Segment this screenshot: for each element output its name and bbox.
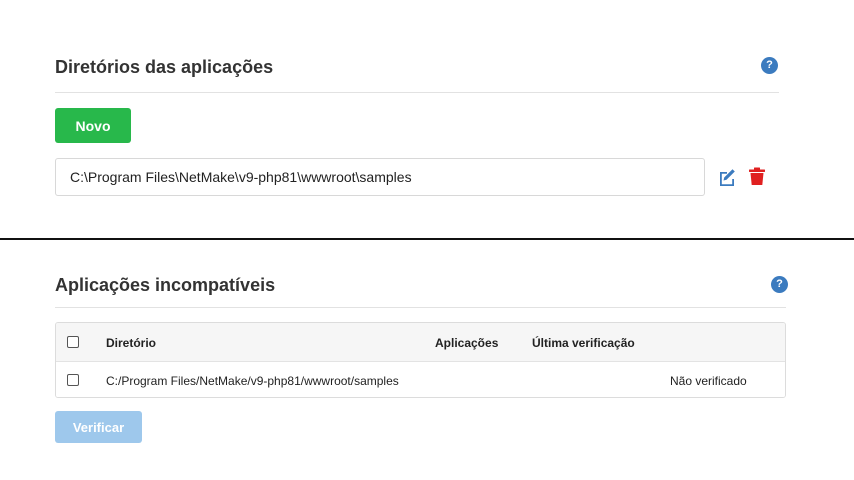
select-all-checkbox[interactable] xyxy=(67,336,79,348)
section-divider xyxy=(55,307,786,308)
app-directories-title: Diretórios das aplicações xyxy=(55,57,274,77)
row-directory: C:/Program Files/NetMake/v9-php81/wwwroo… xyxy=(106,374,399,388)
table-row: C:/Program Files/NetMake/v9-php81/wwwroo… xyxy=(56,362,785,397)
column-header-applications[interactable]: Aplicações xyxy=(435,336,498,350)
table-header: Diretório Aplicações Última verificação xyxy=(56,323,785,362)
help-icon[interactable]: ? xyxy=(761,57,778,74)
new-directory-button[interactable]: Novo xyxy=(55,108,131,143)
help-icon[interactable]: ? xyxy=(771,276,788,293)
trash-icon[interactable] xyxy=(748,167,766,186)
incompatible-apps-table: Diretório Aplicações Última verificação … xyxy=(55,322,786,398)
row-status: Não verificado xyxy=(670,374,747,388)
directory-input[interactable] xyxy=(55,158,705,196)
column-header-directory[interactable]: Diretório xyxy=(106,336,156,350)
page: Diretórios das aplicações ? Novo Aplicaç… xyxy=(0,0,854,480)
verify-button[interactable]: Verificar xyxy=(55,411,142,443)
row-checkbox[interactable] xyxy=(67,374,79,386)
section-divider xyxy=(55,92,779,93)
column-header-last-check[interactable]: Última verificação xyxy=(532,336,635,350)
edit-icon[interactable] xyxy=(718,168,736,186)
incompatible-apps-title: Aplicações incompatíveis xyxy=(55,275,276,295)
panel-separator xyxy=(0,238,854,240)
